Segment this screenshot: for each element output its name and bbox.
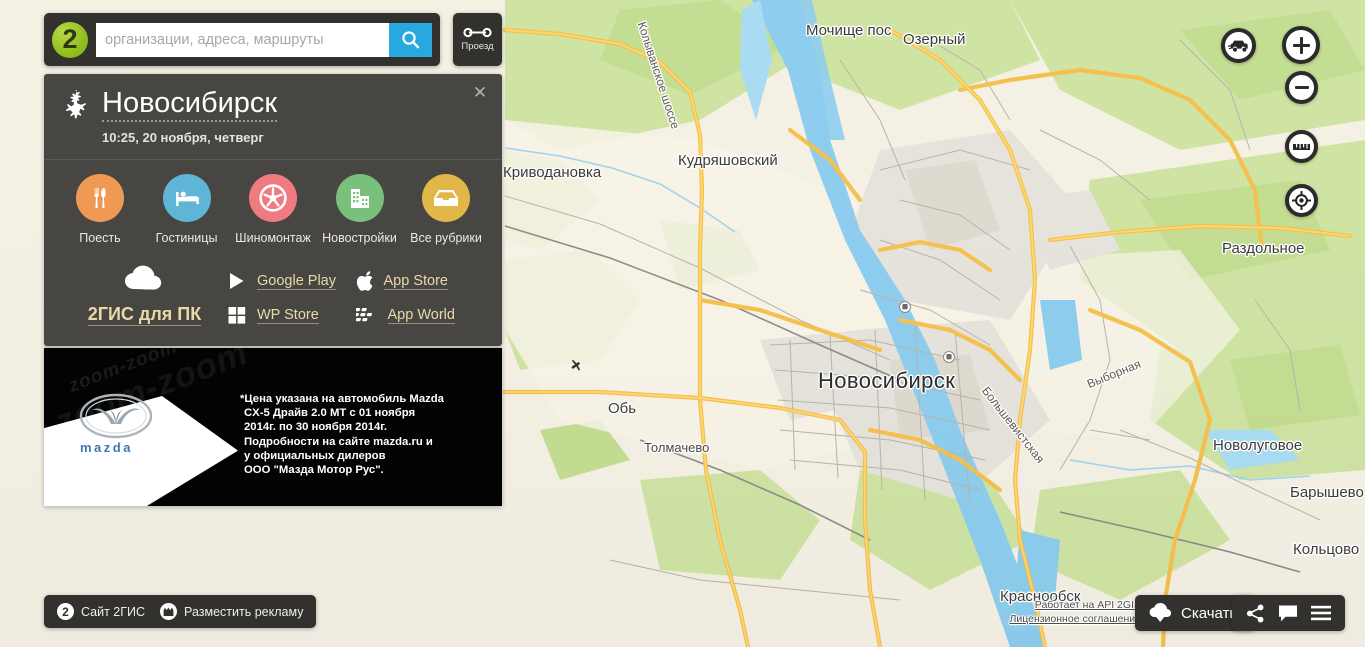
category-1[interactable]: Поесть [58, 174, 142, 245]
share-button[interactable] [1246, 604, 1265, 623]
category-5[interactable]: Все рубрики [404, 174, 488, 245]
logo-2gis-icon[interactable]: 2 [52, 21, 88, 58]
2gis-map-app: Колыванское шоссе Мочище пос Озерный Кудряш… [0, 0, 1365, 647]
apple-icon [356, 271, 372, 292]
zoom-in-button[interactable] [1282, 26, 1320, 64]
download-label: Скачать [1181, 604, 1238, 622]
ad-disclaimer-text: *Цена указана на автомобиль Mazda CX-5 Др… [240, 392, 490, 477]
google-play-icon [230, 273, 244, 290]
store-link-google-play[interactable]: Google Play [227, 271, 356, 291]
store-link-wp-store[interactable]: WP Store [227, 305, 356, 325]
site-2gis-label: Сайт 2ГИС [81, 604, 146, 619]
magnifier-icon [402, 31, 420, 49]
category-4[interactable]: Новостройки [318, 174, 402, 245]
category-label: Новостройки [322, 231, 397, 246]
speech-bubble-icon [1279, 605, 1297, 622]
minus-icon [1294, 86, 1309, 89]
fork-knife-icon [76, 174, 124, 223]
hamburger-menu-icon [1311, 605, 1331, 621]
place-ad-link[interactable]: Разместить рекламу [160, 603, 303, 620]
store-col-left: Google Play WP Store [227, 263, 356, 325]
category-shortcuts: Поесть Гостиницы Шиномонтаж Новостройки Все … [44, 160, 502, 255]
category-2[interactable]: Гостиницы [145, 174, 229, 245]
pc-download-block[interactable]: 2ГИС для ПК [62, 263, 227, 327]
store-label: WP Store [257, 306, 319, 324]
place-ad-label: Разместить рекламу [184, 604, 304, 619]
panel-header: Новосибирск 10:25, 20 ноября, четверг ✕ [44, 74, 502, 159]
ad-line-5: у официальных дилеров [244, 449, 386, 462]
building-icon [335, 174, 384, 223]
city-row: Новосибирск [62, 88, 486, 123]
store-col-right: App Store App World [355, 263, 485, 324]
close-icon[interactable]: ✕ [471, 84, 489, 102]
city-datetime: 10:25, 20 ноября, четверг [102, 130, 264, 146]
page-title: Новосибирск [102, 88, 278, 123]
store-label: Google Play [257, 272, 336, 290]
feedback-button[interactable] [1278, 604, 1298, 622]
app-store-links: 2ГИС для ПК Google Play WP Store App Sto… [44, 255, 502, 346]
route-dumbbell-icon [463, 27, 492, 38]
tire-wheel-icon [249, 174, 297, 223]
store-link-app-store[interactable]: App Store [356, 271, 485, 292]
advertisement-banner[interactable]: zoom-zoom zoom-zoom mazda *Цена указана … [44, 348, 502, 506]
mazda-logo-icon [79, 393, 153, 439]
route-button[interactable]: Проезд [453, 13, 502, 66]
mazda-wordmark: mazda [80, 440, 133, 455]
ad-line-2: CX-5 Драйв 2.0 МТ с 01 ноября [244, 407, 416, 420]
cloud-download-icon [124, 266, 161, 291]
ruler-button[interactable] [1285, 130, 1318, 163]
route-button-label: Проезд [461, 41, 494, 52]
store-label: App World [387, 306, 455, 324]
ad-line-4: Подробности на сайте mazda.ru и [244, 435, 433, 448]
category-label: Шиномонтаж [235, 231, 311, 246]
megaphone-icon [160, 603, 178, 620]
ad-line-3: 2014г. по 30 ноября 2014г. [244, 421, 388, 434]
cloud-download-icon [1149, 603, 1171, 622]
plus-icon-v [1299, 36, 1303, 54]
bed-icon [162, 174, 211, 223]
logo-2gis-icon: 2 [57, 603, 74, 620]
menu-button[interactable] [1311, 605, 1331, 621]
search-bar: 2 [44, 13, 440, 66]
store-link-app-world[interactable]: App World [355, 306, 485, 324]
traffic-button[interactable] [1221, 28, 1256, 63]
windows-icon [228, 307, 246, 325]
locate-button[interactable] [1285, 184, 1318, 217]
crosshair-icon [1292, 191, 1311, 210]
category-3[interactable]: Шиномонтаж [231, 174, 315, 245]
site-2gis-link[interactable]: 2 Сайт 2ГИС [57, 603, 145, 620]
share-icon [1246, 604, 1264, 622]
search-button[interactable] [389, 22, 432, 57]
tray-icon [422, 174, 470, 223]
category-label: Поесть [79, 231, 121, 246]
search-input[interactable] [96, 22, 389, 57]
bottom-left-toolbar: 2 Сайт 2ГИС Разместить рекламу [44, 595, 317, 628]
category-label: Все рубрики [410, 231, 482, 246]
zoom-out-button[interactable] [1285, 71, 1318, 104]
pc-download-link[interactable]: 2ГИС для ПК [87, 304, 202, 327]
ad-line-1: *Цена указана на автомобиль Mazda [240, 393, 444, 405]
city-info-panel: Новосибирск 10:25, 20 ноября, четверг ✕ … [44, 74, 502, 347]
novosibirsk-crest-sable-icon [65, 90, 87, 119]
store-label: App Store [383, 273, 448, 291]
bottom-right-toolbar [1232, 595, 1345, 631]
category-label: Гостиницы [155, 231, 218, 246]
car-traffic-icon [1227, 40, 1248, 52]
ruler-icon [1293, 144, 1310, 150]
blackberry-icon [355, 308, 372, 322]
ad-line-6: ООО "Мазда Мотор Рус". [244, 464, 384, 477]
